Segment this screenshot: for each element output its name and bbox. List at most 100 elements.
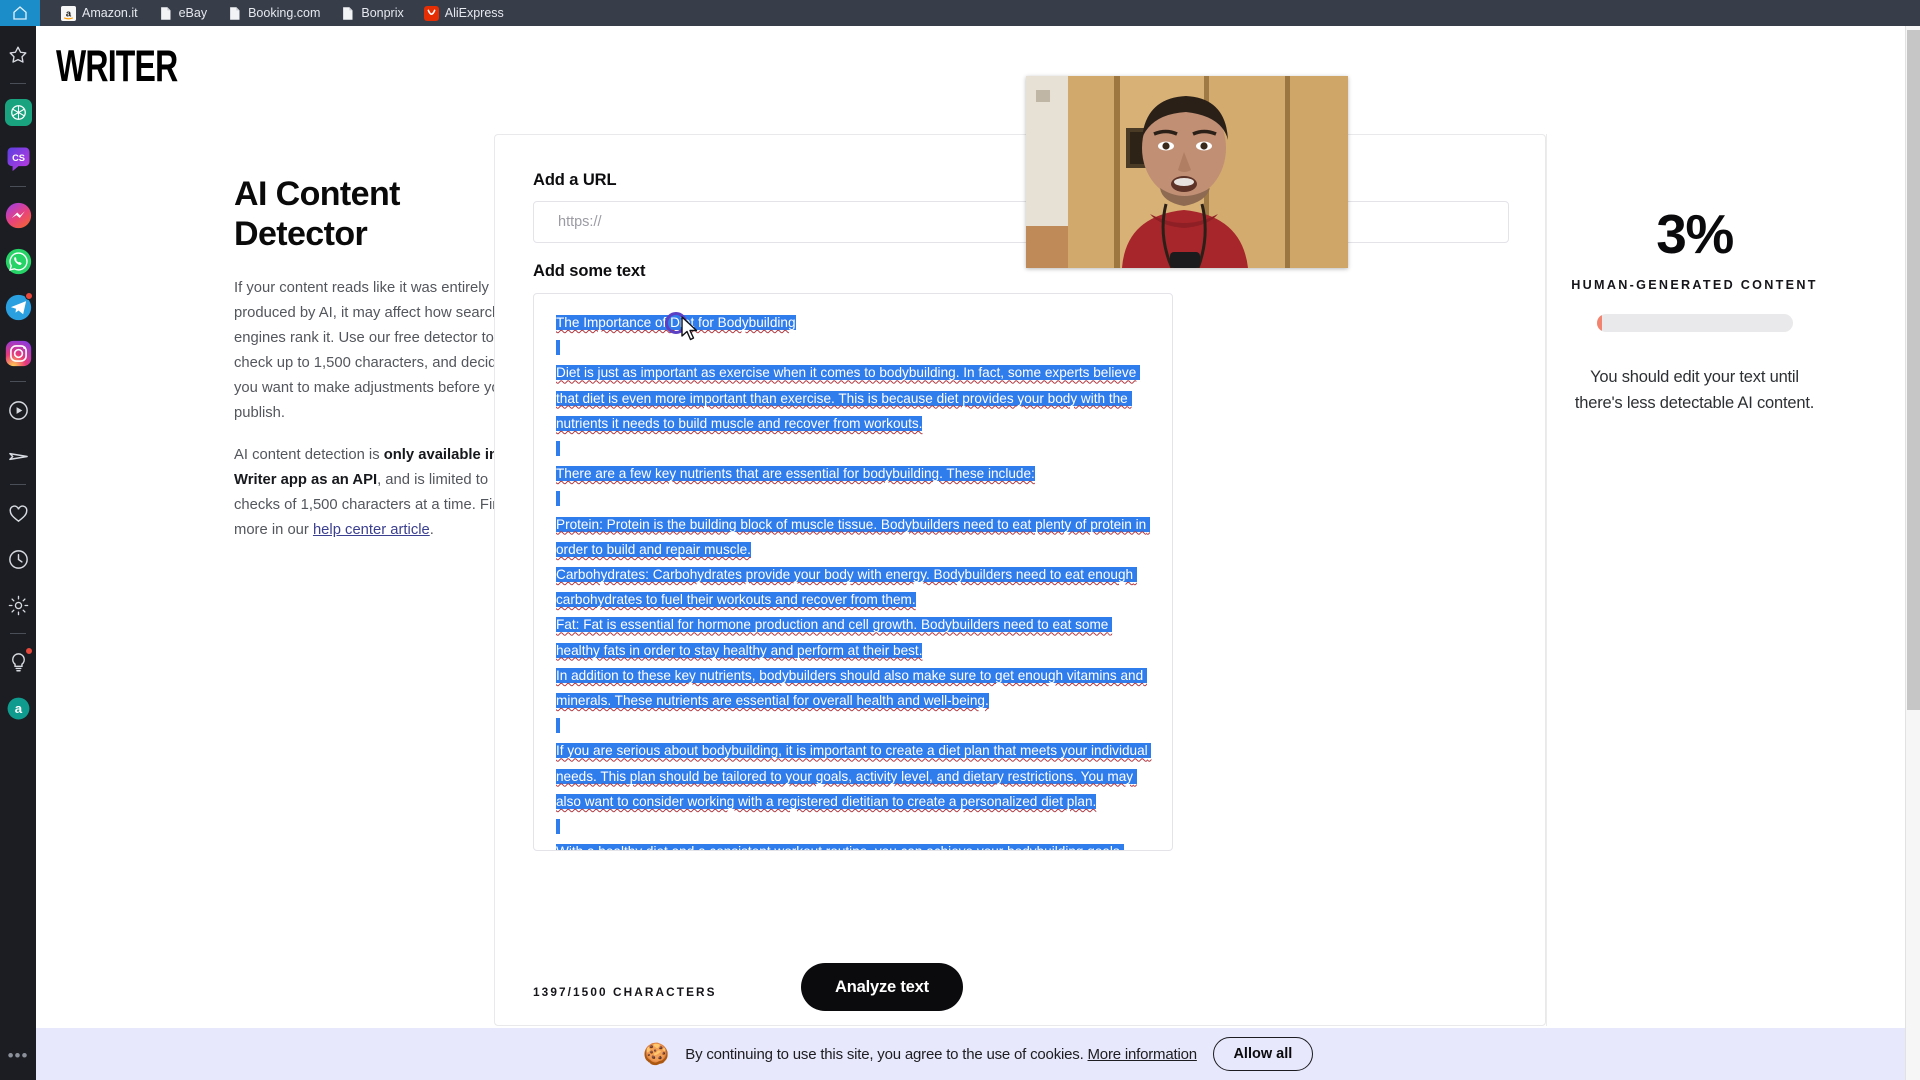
results-panel: 3% HUMAN-GENERATED CONTENT You should ed… <box>1546 134 1842 1026</box>
sidebar-item-whatsapp[interactable] <box>4 247 32 275</box>
text-section-label: Add some text <box>533 262 646 280</box>
sidebar-item-play[interactable] <box>4 396 32 424</box>
cs-icon: CS <box>7 147 29 171</box>
document-line: In addition to these key nutrients, body… <box>556 667 1147 709</box>
cookie-message-text: By continuing to use this site, you agre… <box>685 1045 1084 1063</box>
svg-text:a: a <box>14 701 22 716</box>
document-line <box>556 713 1150 738</box>
svg-text:CS: CS <box>12 153 25 163</box>
heart-icon <box>9 504 27 522</box>
bookmark-booking[interactable]: Booking.com <box>218 0 329 26</box>
sidebar-item-favorites[interactable] <box>4 499 32 527</box>
page-canvas: WRITER AI Content Detector If your conte… <box>36 26 1920 1080</box>
sidebar-divider <box>10 186 26 187</box>
sidebar-item-telegram[interactable] <box>4 292 33 321</box>
webcam-video-frame <box>1026 76 1348 268</box>
verdict-message: You should edit your text until there's … <box>1574 368 1815 412</box>
page-icon <box>160 6 171 20</box>
page-icon <box>230 6 240 20</box>
detector-card: Add a URL Add some text The Importance o… <box>494 134 1546 1026</box>
notification-badge <box>25 647 33 655</box>
document-line: If you are serious about bodybuilding, i… <box>556 743 1152 809</box>
more-information-link[interactable]: More information <box>1088 1046 1198 1063</box>
sidebar-item-messenger[interactable] <box>4 201 32 229</box>
text-input-area[interactable]: The Importance of Diet for Bodybuilding … <box>533 293 1173 851</box>
help-center-article-link[interactable]: help center article <box>313 522 430 538</box>
bookmark-ebay[interactable]: eBay <box>149 0 217 26</box>
sidebar-divider <box>10 633 26 634</box>
sidebar-item-history[interactable] <box>4 545 32 573</box>
document-line: Diet is just as important as exercise wh… <box>556 365 1141 431</box>
sidebar-item-chatgpt[interactable] <box>4 98 32 126</box>
document-line: Fat: Fat is essential for hormone produc… <box>556 617 1113 658</box>
sidebar-divider <box>10 83 26 84</box>
mouse-cursor-icon <box>681 316 698 341</box>
home-icon <box>13 6 27 20</box>
page-title: AI Content Detector <box>234 175 400 253</box>
sidebar-item-instagram[interactable] <box>4 339 32 367</box>
writer-logo[interactable]: WRITER <box>56 42 178 92</box>
bookmark-bonprix[interactable]: Bonprix <box>331 0 412 26</box>
home-button[interactable] <box>0 0 40 26</box>
document-line <box>556 486 1150 511</box>
app-sidebar: CS a ••• <box>0 26 36 1080</box>
bookmark-label: Booking.com <box>248 6 321 20</box>
page-scrollbar[interactable] <box>1905 26 1920 1080</box>
hero-section: AI Content Detector If your content read… <box>234 174 534 560</box>
whatsapp-icon <box>5 248 31 274</box>
sidebar-divider <box>10 484 26 485</box>
document-line: Carbohydrates: Carbohydrates provide you… <box>556 567 1137 608</box>
amazon-icon: a <box>61 5 76 21</box>
bookmark-aliexpress[interactable]: AliExpress <box>415 0 513 26</box>
score-meter-fill <box>1596 314 1603 332</box>
document-line: The Importance of Diet for Bodybuilding <box>556 315 796 330</box>
gear-icon <box>8 595 28 615</box>
sidebar-item-settings[interactable] <box>4 591 32 619</box>
hero-paragraph-1: If your content reads like it was entire… <box>234 280 517 421</box>
document-line <box>556 335 1150 360</box>
sidebar-more-button[interactable]: ••• <box>8 1046 29 1066</box>
sidebar-item-send[interactable] <box>4 442 32 470</box>
bookmark-list: a Amazon.it eBay Booking.com Bonprix Ali… <box>40 0 513 26</box>
allow-all-button[interactable]: Allow all <box>1212 1037 1313 1071</box>
character-counter: 1397/1500 CHARACTERS <box>533 985 717 999</box>
url-input[interactable] <box>533 201 1509 243</box>
document-line <box>556 814 1150 839</box>
cookie-icon: 🍪 <box>643 1042 670 1066</box>
cookie-message: By continuing to use this site, you agre… <box>685 1046 1197 1063</box>
document-line: Protein: Protein is the building block o… <box>556 516 1150 557</box>
cookie-consent-banner: 🍪 By continuing to use this site, you ag… <box>36 1028 1920 1080</box>
a-badge-icon: a <box>7 697 29 719</box>
messenger-icon <box>5 202 31 228</box>
notification-badge <box>25 292 33 300</box>
page-icon <box>343 6 353 20</box>
hero-p2-post: . <box>429 522 434 538</box>
send-icon <box>8 452 28 460</box>
browser-bookmarks-bar: a Amazon.it eBay Booking.com Bonprix Ali… <box>0 0 1920 26</box>
document-line: With a healthy diet and a consistent wor… <box>556 839 1150 850</box>
bookmark-label: Bonprix <box>361 6 404 20</box>
aliexpress-icon <box>423 5 439 21</box>
chatgpt-icon <box>4 98 32 126</box>
bookmark-amazon[interactable]: a Amazon.it <box>52 0 147 26</box>
url-section-label: Add a URL <box>533 171 617 189</box>
hero-p2-pre: AI content detection is <box>234 447 384 463</box>
svg-text:a: a <box>66 8 72 18</box>
sidebar-item-cs[interactable]: CS <box>4 144 32 172</box>
sidebar-divider <box>10 381 26 382</box>
sidebar-item-amazon-assistant[interactable]: a <box>4 694 32 722</box>
score-meter <box>1596 314 1793 332</box>
scrollbar-thumb[interactable] <box>1907 30 1920 710</box>
instagram-icon <box>5 340 31 366</box>
bookmark-label: eBay <box>178 6 208 20</box>
document-text: The Importance of Diet for Bodybuilding … <box>556 310 1152 850</box>
clock-icon <box>8 549 28 569</box>
sidebar-item-star[interactable] <box>4 41 32 69</box>
analyze-text-button[interactable]: Analyze text <box>801 963 963 1011</box>
document-line <box>556 436 1150 461</box>
score-caption: HUMAN-GENERATED CONTENT <box>1571 278 1818 292</box>
webcam-overlay[interactable] <box>1026 76 1348 268</box>
bookmark-label: AliExpress <box>444 6 504 20</box>
hero-paragraph-2: AI content detection is only available i… <box>234 443 534 543</box>
sidebar-item-ideas[interactable] <box>4 647 33 676</box>
